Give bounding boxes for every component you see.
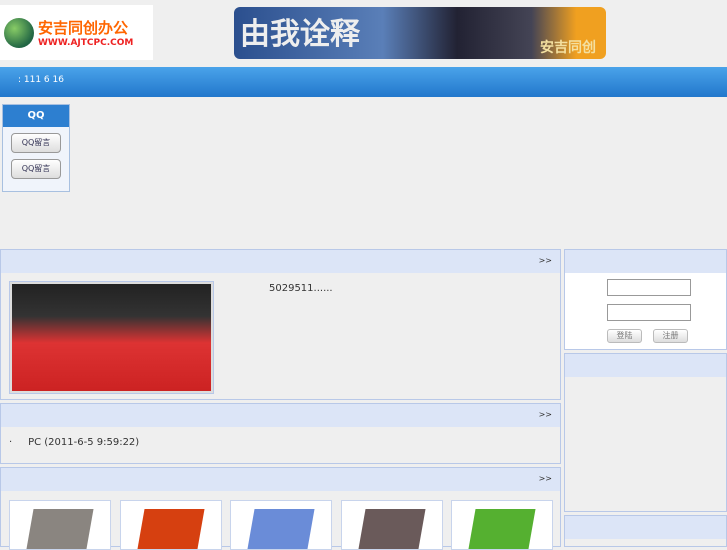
username-input[interactable] (607, 279, 691, 296)
nav-bar: : 111 6 16 (0, 67, 727, 97)
password-input[interactable] (607, 304, 691, 321)
qq-message-button[interactable]: QQ留言 (11, 159, 61, 179)
date-text: : 111 6 16 (18, 75, 64, 85)
news-panel: >> 5029511...... (0, 249, 561, 400)
article-list-panel: >> · PC (2011-6-5 9:59:22) (0, 403, 561, 464)
product-thumb[interactable] (341, 500, 443, 550)
side-panel (564, 353, 727, 512)
register-button[interactable]: 注册 (653, 329, 688, 343)
banner-subtext: 安吉同创 (540, 40, 596, 56)
product-thumb[interactable] (451, 500, 553, 550)
banner-text: 由我诠释 (240, 17, 360, 52)
login-panel: 登陆 注册 (564, 249, 727, 350)
product-thumb[interactable] (230, 500, 332, 550)
banner-ad[interactable]: 由我诠释 安吉同创 (234, 7, 606, 59)
list-item[interactable]: · PC (2011-6-5 9:59:22) (1, 427, 560, 458)
product-thumb[interactable] (120, 500, 222, 550)
qq-message-button[interactable]: QQ留言 (11, 133, 61, 153)
side-panel (564, 515, 727, 547)
qq-panel: QQ QQ留言 QQ留言 (2, 104, 70, 192)
globe-icon (4, 17, 34, 48)
qq-title: QQ (3, 105, 69, 127)
product-thumb[interactable] (9, 500, 111, 550)
products-panel: >> (0, 467, 561, 550)
logo-title: 安吉同创办公 (38, 19, 129, 37)
more-link[interactable]: >> (539, 410, 552, 419)
news-photo[interactable] (9, 281, 214, 394)
news-summary: 5029511...... (269, 283, 333, 294)
login-button[interactable]: 登陆 (607, 329, 642, 343)
list-item-text[interactable]: PC (2011-6-5 9:59:22) (28, 437, 139, 448)
more-link[interactable]: >> (539, 256, 552, 265)
logo-url: WWW.AJTCPC.COM (38, 38, 134, 48)
site-logo[interactable]: 安吉同创办公 WWW.AJTCPC.COM (0, 5, 153, 60)
more-link[interactable]: >> (539, 474, 552, 483)
